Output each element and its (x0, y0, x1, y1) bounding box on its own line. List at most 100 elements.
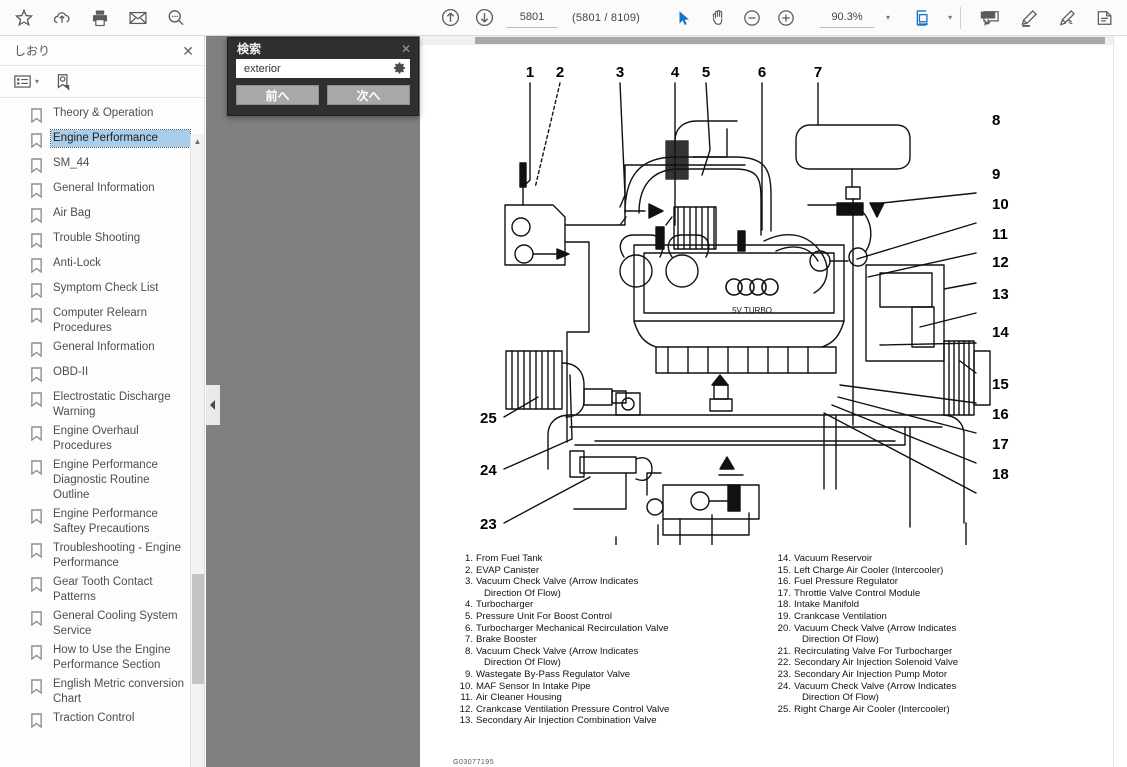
toolbar-right-group (956, 0, 1117, 36)
arrow-up-circle-icon[interactable] (438, 6, 462, 30)
legend-item-number: 7. (456, 634, 476, 646)
legend-item-text: Left Charge Air Cooler (Intercooler) (794, 565, 1096, 577)
sidebar-title: しおり (14, 42, 50, 59)
sidebar-scrollbar[interactable]: ▲ ▼ (190, 134, 204, 767)
legend-item: 3.Vacuum Check Valve (Arrow Indicates Di… (456, 576, 776, 599)
close-icon[interactable]: ✕ (182, 44, 194, 58)
chevron-down-icon[interactable]: ▾ (886, 13, 890, 22)
sidebar-item-engine-overhaul-procedures[interactable]: Engine Overhaul Procedures (0, 422, 204, 456)
sidebar-item-general-cooling-system-service[interactable]: General Cooling System Service (0, 607, 204, 641)
search-prev-button[interactable]: 前へ (236, 85, 319, 105)
legend-item: 24.Vacuum Check Valve (Arrow Indicates D… (776, 681, 1096, 704)
legend-item: 23.Secondary Air Injection Pump Motor (776, 669, 1096, 681)
bookmark-icon (30, 133, 43, 153)
legend-item-text: Fuel Pressure Regulator (794, 576, 1096, 588)
scroll-up-arrow-icon[interactable]: ▲ (191, 134, 204, 148)
sidebar-item-label: Engine Performance Diagnostic Routine Ou… (51, 457, 190, 504)
sidebar-item-electrostatic-discharge-warning[interactable]: Electrostatic Discharge Warning (0, 388, 204, 422)
sidebar-scroll-thumb[interactable] (192, 574, 204, 684)
svg-text:14: 14 (992, 324, 1009, 341)
legend-item-number: 5. (456, 611, 476, 623)
cloud-upload-icon[interactable] (50, 6, 74, 30)
legend-item: 25.Right Charge Air Cooler (Intercooler) (776, 704, 1096, 716)
legend-item-text: Vacuum Check Valve (Arrow Indicates Dire… (476, 576, 776, 599)
comment-icon[interactable] (979, 6, 1003, 30)
highlighter-icon[interactable] (1017, 6, 1041, 30)
sidebar-item-general-information[interactable]: General Information (0, 179, 204, 204)
legend-item: 4.Turbocharger (456, 599, 776, 611)
search-input[interactable] (242, 62, 393, 76)
sidebar-item-obd-ii[interactable]: OBD-II (0, 363, 204, 388)
add-bookmark-icon[interactable] (55, 73, 72, 91)
legend-item: 16.Fuel Pressure Regulator (776, 576, 1096, 588)
bookmarks-sidebar: しおり ✕ ▾ Theory & OperationEngine Perform… (0, 36, 205, 767)
stamp-icon[interactable] (1093, 6, 1117, 30)
sidebar-item-troubleshooting-engine-performance[interactable]: Troubleshooting - Engine Performance (0, 539, 204, 573)
engine-badge-text: 5V TURBO (732, 306, 772, 315)
gear-icon[interactable] (393, 62, 406, 75)
svg-text:8: 8 (992, 112, 1000, 129)
cursor-select-icon[interactable] (672, 6, 696, 30)
sidebar-header: しおり ✕ (0, 36, 204, 66)
legend-item-number: 15. (776, 565, 794, 577)
zoom-out-icon[interactable] (740, 6, 764, 30)
sidebar-item-sm-44[interactable]: SM_44 (0, 154, 204, 179)
star-icon[interactable] (12, 6, 36, 30)
search-next-button[interactable]: 次へ (327, 85, 410, 105)
vacuum-diagram-svg: 5V TURBO (420, 45, 1113, 545)
mail-icon[interactable] (126, 6, 150, 30)
legend-item-text: Vacuum Check Valve (Arrow Indicates Dire… (794, 681, 1096, 704)
sidebar-item-engine-performance-diagnostic-routine-outline[interactable]: Engine Performance Diagnostic Routine Ou… (0, 456, 204, 505)
zoom-in-icon[interactable] (774, 6, 798, 30)
viewer-gutter (206, 36, 420, 767)
arrow-down-circle-icon[interactable] (472, 6, 496, 30)
search-panel: 検索 ✕ 前へ 次へ (227, 37, 419, 116)
sidebar-item-label: Computer Relearn Procedures (51, 305, 190, 337)
legend-item-text: Intake Manifold (794, 599, 1096, 611)
search-panel-header: 検索 ✕ (228, 38, 418, 59)
svg-text:3: 3 (616, 64, 624, 81)
document-vertical-scrollbar[interactable] (1113, 36, 1127, 767)
fit-chevron-down-icon[interactable]: ▾ (948, 13, 952, 22)
fit-page-icon[interactable] (912, 6, 936, 30)
sidebar-item-how-to-use-the-engine-performance-section[interactable]: How to Use the Engine Performance Sectio… (0, 641, 204, 675)
legend-item-number: 10. (456, 681, 476, 693)
zoom-level-input[interactable] (820, 8, 874, 28)
vacuum-diagram-figure: 5V TURBO (420, 45, 1113, 545)
close-icon[interactable]: ✕ (401, 43, 411, 55)
sidebar-item-general-information[interactable]: General Information (0, 338, 204, 363)
sidebar-item-symptom-check-list[interactable]: Symptom Check List (0, 279, 204, 304)
legend-item-number: 9. (456, 669, 476, 681)
list-view-icon[interactable] (14, 74, 31, 89)
legend-item: 18.Intake Manifold (776, 599, 1096, 611)
sidebar-collapse-handle[interactable] (206, 385, 220, 425)
sidebar-item-traction-control[interactable]: Traction Control (0, 709, 204, 734)
search-icon[interactable] (164, 6, 188, 30)
sidebar-item-english-metric-conversion-chart[interactable]: English Metric conversion Chart (0, 675, 204, 709)
legend-item-text: Vacuum Check Valve (Arrow Indicates Dire… (476, 646, 776, 669)
document-horizontal-scrollbar[interactable] (420, 36, 1113, 45)
callout-numbers: 1 2 3 4 5 6 7 8 9 10 11 12 13 14 (480, 64, 1009, 545)
bookmark-icon (30, 367, 43, 387)
document-viewport[interactable]: 5V TURBO (420, 36, 1127, 767)
legend-item-number: 4. (456, 599, 476, 611)
sidebar-item-trouble-shooting[interactable]: Trouble Shooting (0, 229, 204, 254)
sidebar-item-engine-performance-saftey-precautions[interactable]: Engine Performance Saftey Precautions (0, 505, 204, 539)
hand-pan-icon[interactable] (706, 6, 730, 30)
sidebar-item-gear-tooth-contact-patterns[interactable]: Gear Tooth Contact Patterns (0, 573, 204, 607)
document-hscroll-thumb[interactable] (475, 37, 1105, 44)
draw-icon[interactable] (1055, 6, 1079, 30)
sidebar-item-label: Traction Control (51, 710, 136, 727)
legend-item-number: 1. (456, 553, 476, 565)
sidebar-item-engine-performance[interactable]: Engine Performance (0, 129, 204, 154)
sidebar-item-air-bag[interactable]: Air Bag (0, 204, 204, 229)
sidebar-item-anti-lock[interactable]: Anti-Lock (0, 254, 204, 279)
legend-item: 17.Throttle Valve Control Module (776, 588, 1096, 600)
print-icon[interactable] (88, 6, 112, 30)
list-view-chevron-down-icon[interactable]: ▾ (35, 77, 39, 86)
legend-item: 22.Secondary Air Injection Solenoid Valv… (776, 657, 1096, 669)
page-number-input[interactable] (506, 8, 558, 28)
sidebar-item-theory-operation[interactable]: Theory & Operation (0, 104, 204, 129)
sidebar-item-computer-relearn-procedures[interactable]: Computer Relearn Procedures (0, 304, 204, 338)
bookmark-list[interactable]: Theory & OperationEngine PerformanceSM_4… (0, 98, 204, 767)
